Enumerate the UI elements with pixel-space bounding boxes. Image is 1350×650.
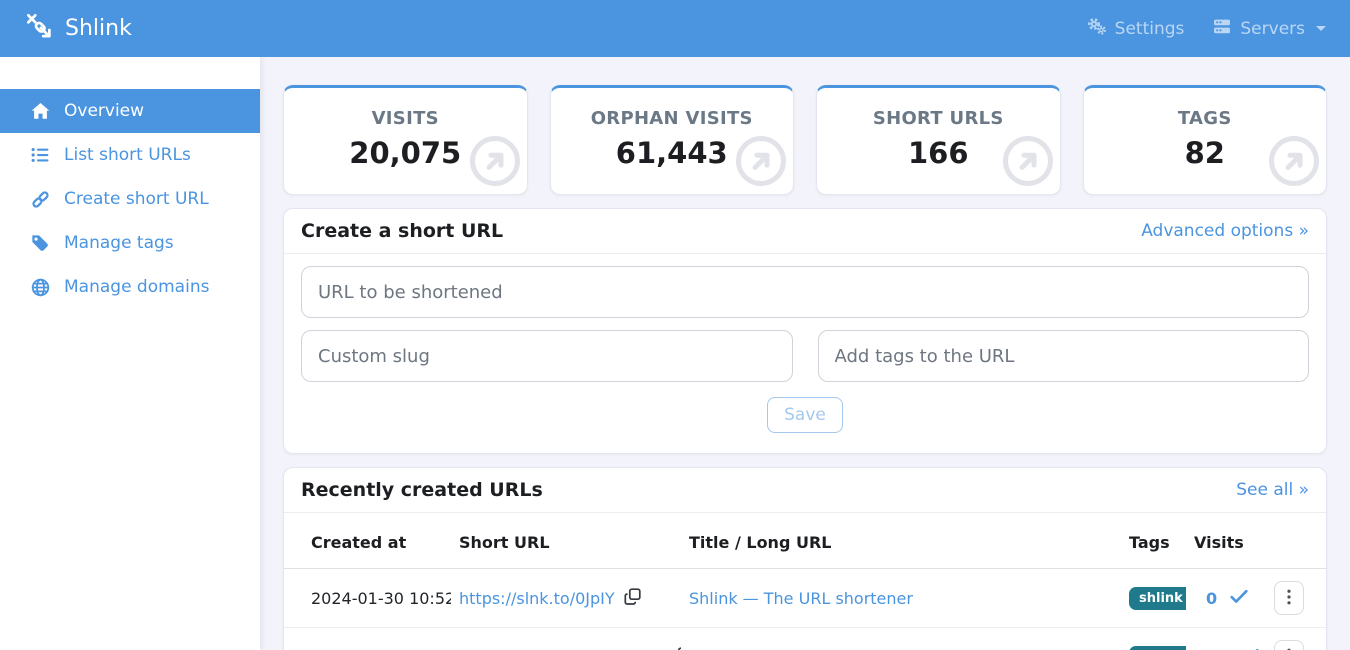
tag-badge[interactable]: shlink (1129, 646, 1186, 650)
kebab-icon (1287, 589, 1291, 608)
servers-dropdown[interactable]: Servers (1212, 18, 1326, 40)
arrow-up-right-circle-icon (469, 135, 521, 191)
tag-icon (30, 233, 50, 253)
table-row: 2024-01-29 19:20 https://slnk.to/v4.0.0-… (284, 628, 1327, 650)
link-icon (30, 189, 50, 209)
sidebar: Overview List short URLs Create short UR… (0, 57, 260, 650)
stat-title: TAGS (1084, 108, 1327, 129)
panel-title: Recently created URLs (301, 479, 543, 501)
arrow-up-right-circle-icon (735, 135, 787, 191)
sidebar-item-label: Manage tags (64, 233, 174, 253)
stat-card-visits[interactable]: VISITS 20,075 (283, 85, 528, 195)
advanced-options-link[interactable]: Advanced options » (1141, 221, 1309, 241)
copy-icon[interactable] (673, 647, 681, 650)
sidebar-item-label: Overview (64, 101, 144, 121)
long-url-title-link[interactable]: Shlink — The URL shortener (689, 589, 913, 608)
col-tags: Tags (1121, 513, 1186, 569)
created-at-cell: 2024-01-30 10:52 (284, 569, 451, 628)
servers-icon (1212, 18, 1232, 40)
col-short-url: Short URL (451, 513, 681, 569)
recent-urls-table: Created at Short URL Title / Long URL Ta… (284, 513, 1327, 650)
brand-title: Shlink (65, 16, 132, 41)
gears-icon (1087, 17, 1107, 40)
create-panel-body: Save (284, 254, 1326, 453)
settings-menu-item[interactable]: Settings (1087, 17, 1185, 40)
main-content: VISITS 20,075 ORPHAN VISITS 61,443 SHORT… (260, 57, 1350, 650)
copy-icon[interactable] (624, 588, 641, 609)
see-all-link[interactable]: See all » (1236, 480, 1309, 500)
servers-label: Servers (1240, 19, 1305, 39)
arrow-up-right-circle-icon (1002, 135, 1054, 191)
visits-count-link[interactable]: 0 (1206, 589, 1217, 608)
sidebar-item-label: Create short URL (64, 189, 209, 209)
stat-card-tags[interactable]: TAGS 82 (1083, 85, 1328, 195)
custom-slug-input[interactable] (301, 330, 793, 382)
url-to-shorten-input[interactable] (301, 266, 1309, 318)
row-menu-button[interactable] (1274, 640, 1304, 650)
stats-row: VISITS 20,075 ORPHAN VISITS 61,443 SHORT… (283, 85, 1327, 195)
check-icon (1230, 589, 1248, 608)
list-icon (30, 145, 50, 165)
col-title-long-url: Title / Long URL (681, 513, 1121, 569)
sidebar-item-manage-domains[interactable]: Manage domains (0, 265, 260, 309)
navbar-right: Settings Servers (1087, 17, 1326, 40)
stat-title: ORPHAN VISITS (551, 108, 794, 129)
sidebar-item-create-short-url[interactable]: Create short URL (0, 177, 260, 221)
short-url-link[interactable]: https://slnk.to/0JpIY (459, 589, 615, 608)
chevron-down-icon (1316, 26, 1326, 31)
shlink-logo-icon (24, 11, 54, 47)
save-button[interactable]: Save (767, 397, 843, 433)
settings-label: Settings (1115, 19, 1185, 39)
create-short-url-panel: Create a short URL Advanced options » Sa… (283, 208, 1327, 454)
globe-icon (30, 277, 50, 297)
recently-created-urls-panel: Recently created URLs See all » Created … (283, 467, 1327, 650)
sidebar-item-overview[interactable]: Overview (0, 89, 260, 133)
add-tags-input[interactable] (818, 330, 1310, 382)
tag-badge[interactable]: shlink (1129, 587, 1186, 610)
brand[interactable]: Shlink (24, 11, 132, 47)
recent-panel-header: Recently created URLs See all » (284, 468, 1326, 513)
stat-title: SHORT URLS (817, 108, 1060, 129)
stat-card-short-urls[interactable]: SHORT URLS 166 (816, 85, 1061, 195)
table-row: 2024-01-30 10:52 https://slnk.to/0JpIY (284, 569, 1327, 628)
sidebar-item-label: Manage domains (64, 277, 209, 297)
created-at-cell: 2024-01-29 19:20 (284, 628, 451, 650)
arrow-up-right-circle-icon (1268, 135, 1320, 191)
col-visits: Visits (1186, 513, 1266, 569)
top-navbar: Shlink Settings (0, 0, 1350, 57)
row-menu-button[interactable] (1274, 581, 1304, 615)
col-actions (1266, 513, 1327, 569)
panel-title: Create a short URL (301, 220, 503, 242)
sidebar-item-label: List short URLs (64, 145, 191, 165)
sidebar-item-list-short-urls[interactable]: List short URLs (0, 133, 260, 177)
sidebar-item-manage-tags[interactable]: Manage tags (0, 221, 260, 265)
create-panel-header: Create a short URL Advanced options » (284, 209, 1326, 254)
stat-card-orphan-visits[interactable]: ORPHAN VISITS 61,443 (550, 85, 795, 195)
col-created-at: Created at (284, 513, 451, 569)
stat-title: VISITS (284, 108, 527, 129)
home-icon (30, 101, 50, 121)
table-header-row: Created at Short URL Title / Long URL Ta… (284, 513, 1327, 569)
